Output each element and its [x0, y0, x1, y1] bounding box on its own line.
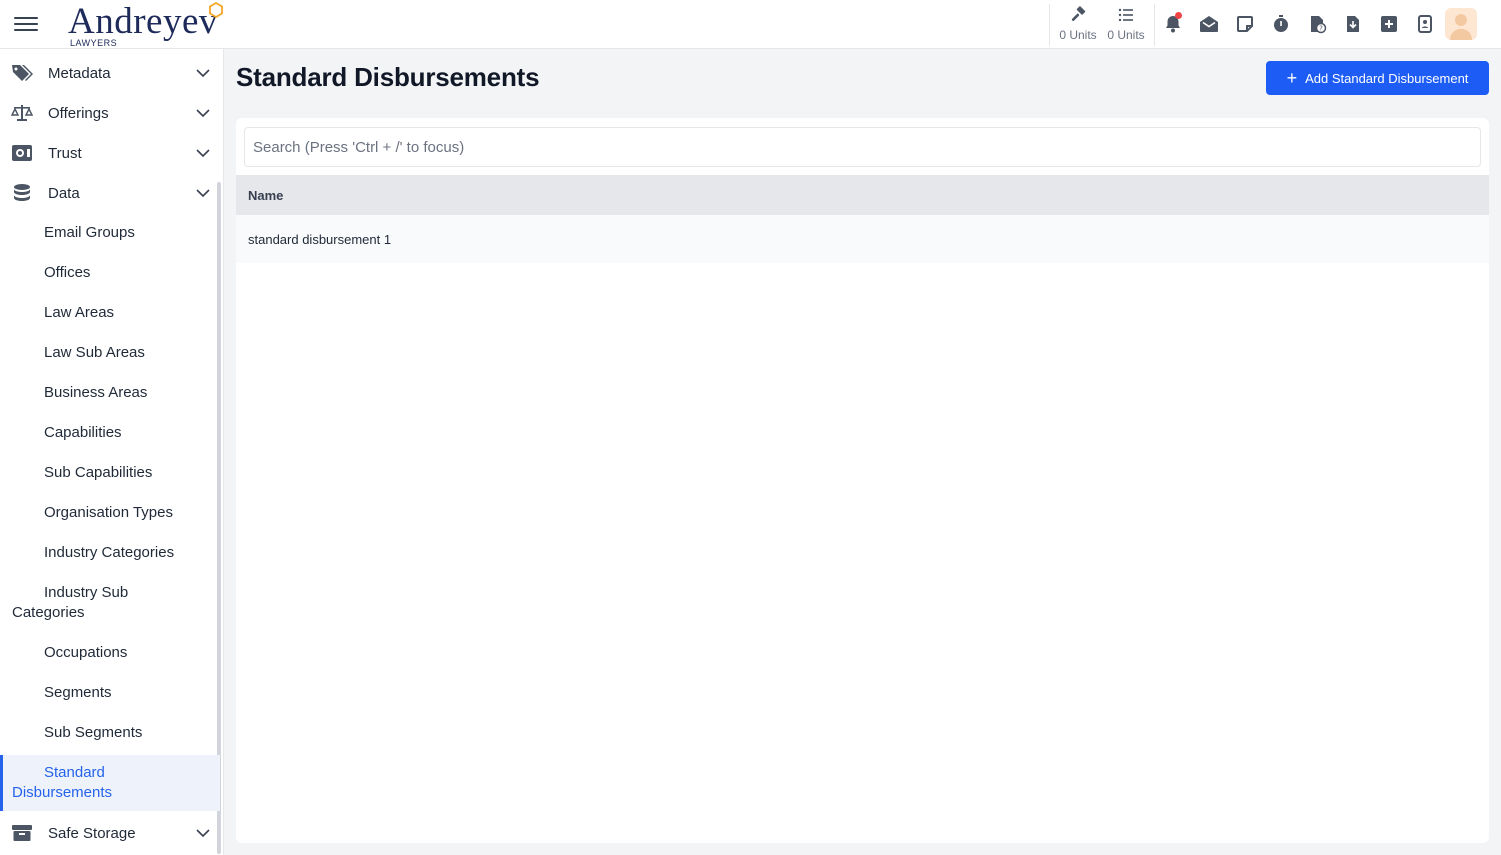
add-button-label: Add Standard Disbursement — [1305, 70, 1469, 86]
user-avatar[interactable] — [1445, 8, 1477, 40]
svg-text:?: ? — [1319, 25, 1323, 33]
logo-sub: LAWYERS — [70, 38, 118, 48]
sidebar-item-email-groups[interactable]: Email Groups — [0, 223, 220, 243]
mail-open-icon — [1200, 16, 1218, 32]
sidebar-item-label: Safe Storage — [48, 824, 136, 842]
hamburger-menu-icon[interactable] — [14, 14, 38, 34]
note-icon — [1237, 16, 1253, 32]
chevron-down-icon — [196, 829, 210, 838]
sidebar-item-segments[interactable]: Segments — [0, 683, 220, 703]
list-icon — [1118, 8, 1133, 22]
column-header-name[interactable]: Name — [236, 188, 283, 203]
chevron-down-icon — [196, 69, 210, 78]
notification-dot — [1175, 12, 1182, 19]
chevron-down-icon — [196, 149, 210, 158]
archive-icon — [11, 823, 33, 843]
tags-icon — [11, 63, 33, 83]
gavel-units[interactable]: 0 Units — [1054, 4, 1102, 46]
sidebar-item-label: Metadata — [48, 64, 111, 82]
sidebar-item-data[interactable]: Data — [0, 173, 220, 213]
logo[interactable]: Andreyev LAWYERS — [68, 1, 223, 48]
sidebar-item-safe-storage[interactable]: Safe Storage — [0, 813, 220, 853]
stopwatch-icon — [1274, 15, 1288, 32]
logo-name: Andreyev — [68, 1, 218, 42]
sidebar-item-industry-categories[interactable]: Industry Categories — [0, 543, 220, 563]
sidebar-item-occupations[interactable]: Occupations — [0, 643, 220, 663]
notes-button[interactable] — [1227, 10, 1263, 38]
file-question-icon: ? — [1311, 16, 1327, 34]
sidebar-item-organisation-types[interactable]: Organisation Types — [0, 503, 220, 523]
file-download-icon — [1347, 16, 1359, 32]
sidebar-item-sub-segments[interactable]: Sub Segments — [0, 723, 220, 743]
sidebar-item-standard-disbursements[interactable]: Standard Disbursements — [0, 755, 220, 811]
notifications-button[interactable] — [1155, 10, 1191, 38]
sidebar-item-trust[interactable]: Trust — [0, 133, 220, 173]
sidebar-item-offerings[interactable]: Offerings — [0, 93, 220, 133]
gavel-units-label: 0 Units — [1059, 28, 1097, 42]
database-icon — [11, 183, 33, 203]
list-units[interactable]: 0 Units — [1102, 4, 1150, 46]
file-query-button[interactable]: ? — [1299, 10, 1335, 38]
trust-icon — [11, 143, 33, 163]
sidebar-item-industry-sub-categories[interactable]: Industry Sub Categories — [0, 583, 160, 623]
top-bar: Andreyev LAWYERS 0 Units 0 Units ? — [0, 0, 1501, 49]
contacts-button[interactable] — [1407, 10, 1443, 38]
table-header: Name — [236, 175, 1489, 215]
sidebar-item-offices[interactable]: Offices — [0, 263, 220, 283]
timer-button[interactable] — [1263, 10, 1299, 38]
contact-card-icon — [1418, 15, 1432, 33]
top-icons: ? — [1155, 10, 1443, 38]
sidebar-item-capabilities[interactable]: Capabilities — [0, 423, 220, 443]
list-units-label: 0 Units — [1107, 28, 1145, 42]
add-new-button[interactable] — [1371, 10, 1407, 38]
download-file-button[interactable] — [1335, 10, 1371, 38]
page-title: Standard Disbursements — [236, 62, 540, 92]
messages-button[interactable] — [1191, 10, 1227, 38]
sidebar-item-law-sub-areas[interactable]: Law Sub Areas — [0, 343, 220, 363]
sidebar: Metadata Offerings Trust Data Email Grou… — [0, 49, 224, 855]
search-input[interactable] — [244, 127, 1481, 167]
plus-icon: + — [1286, 67, 1298, 88]
sidebar-item-metadata[interactable]: Metadata — [0, 53, 220, 93]
chevron-down-icon — [196, 189, 210, 198]
chevron-down-icon — [196, 109, 210, 118]
table-card: Name standard disbursement 1 — [236, 118, 1489, 843]
sidebar-item-sub-capabilities[interactable]: Sub Capabilities — [0, 463, 220, 483]
gavel-icon — [1071, 6, 1086, 21]
sidebar-item-label: Trust — [48, 144, 82, 162]
active-indicator — [0, 755, 3, 811]
table-row[interactable]: standard disbursement 1 — [236, 215, 1489, 263]
sidebar-item-law-areas[interactable]: Law Areas — [0, 303, 220, 323]
sidebar-item-label: Data — [48, 184, 80, 202]
table-cell-name: standard disbursement 1 — [248, 231, 392, 247]
scales-icon — [11, 103, 33, 123]
sidebar-item-business-areas[interactable]: Business Areas — [0, 383, 220, 403]
avatar-icon — [1450, 14, 1472, 40]
add-standard-disbursement-button[interactable]: + Add Standard Disbursement — [1266, 61, 1489, 95]
sidebar-item-label: Offerings — [48, 104, 109, 122]
plus-square-icon — [1381, 16, 1397, 32]
logo-hexagon-icon — [209, 2, 223, 18]
units-group: 0 Units 0 Units — [1049, 4, 1155, 46]
